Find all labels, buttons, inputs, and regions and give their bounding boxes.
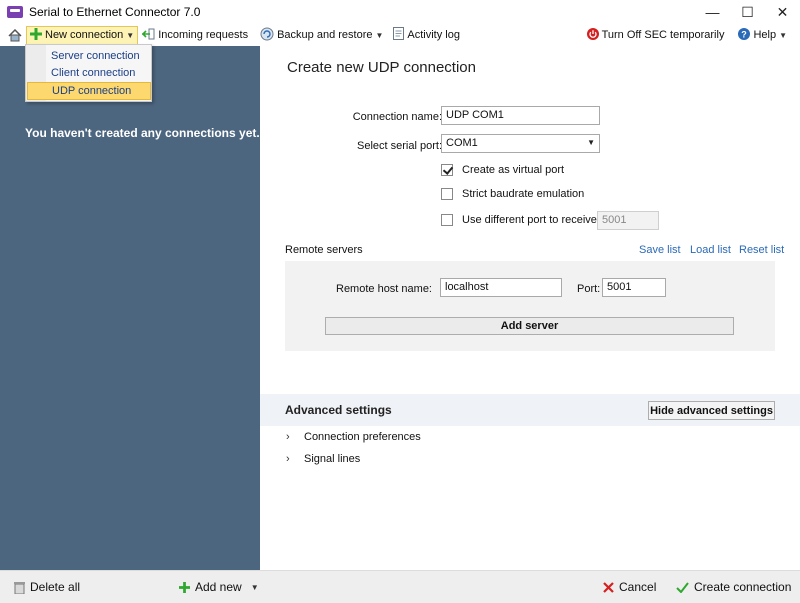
save-list-link[interactable]: Save list <box>639 244 681 256</box>
trash-icon <box>14 581 25 594</box>
connection-preferences-row[interactable]: › Connection preferences <box>260 427 800 447</box>
backup-restore-label: Backup and restore <box>277 29 373 41</box>
reset-list-link[interactable]: Reset list <box>739 244 784 256</box>
delete-all-button[interactable]: Delete all <box>14 580 80 594</box>
chevron-down-icon[interactable]: ▼ <box>375 31 383 40</box>
remote-host-label: Remote host name: <box>336 283 432 295</box>
toolbar: New connection ▼ Incoming requests Backu… <box>0 24 800 46</box>
strict-baudrate-checkbox[interactable] <box>441 188 453 200</box>
receive-port-input[interactable]: 5001 <box>597 211 659 230</box>
delete-all-label: Delete all <box>30 580 81 594</box>
virtual-port-option[interactable]: Create as virtual port <box>441 164 564 176</box>
advanced-settings-bar: Advanced settings Hide advanced settings <box>260 394 800 426</box>
add-server-button[interactable]: Add server <box>325 317 734 335</box>
strict-baudrate-label: Strict baudrate emulation <box>462 188 585 200</box>
connection-name-input[interactable]: UDP COM1 <box>441 106 600 125</box>
create-connection-button[interactable]: Create connection <box>676 580 791 594</box>
help-label: Help <box>753 29 777 41</box>
connection-form-panel: Create new UDP connection Connection nam… <box>260 46 800 570</box>
bottom-bar: Delete all Add new ▼ Cancel Create conne… <box>0 570 800 603</box>
port-label: Port: <box>577 283 601 295</box>
activity-log-button[interactable]: Activity log <box>390 25 463 45</box>
signal-lines-row[interactable]: › Signal lines <box>260 449 800 469</box>
plus-icon <box>179 581 190 593</box>
document-icon <box>393 27 405 43</box>
toolbar-right: Turn Off SEC temporarily ? Help ▼ <box>584 24 790 46</box>
incoming-requests-label: Incoming requests <box>158 29 249 41</box>
serial-port-label: Select serial port: <box>357 140 442 152</box>
signal-lines-label: Signal lines <box>304 453 361 465</box>
svg-text:?: ? <box>742 29 748 39</box>
empty-connections-message: You haven't created any connections yet. <box>25 126 260 140</box>
minimize-button[interactable]: — <box>695 0 730 24</box>
cancel-button[interactable]: Cancel <box>603 580 656 594</box>
chevron-down-icon[interactable]: ▼ <box>126 31 134 40</box>
page-title: Create new UDP connection <box>287 59 476 76</box>
title-bar: Serial to Ethernet Connector 7.0 — ☐ ✕ <box>0 0 800 24</box>
incoming-arrow-icon <box>141 28 155 43</box>
home-icon[interactable] <box>8 28 22 42</box>
connection-name-label: Connection name: <box>352 111 442 123</box>
cancel-label: Cancel <box>619 580 657 594</box>
power-icon <box>586 27 599 43</box>
remote-host-input[interactable]: localhost <box>440 278 562 297</box>
window-title: Serial to Ethernet Connector 7.0 <box>29 5 201 19</box>
new-connection-button[interactable]: New connection ▼ <box>26 25 139 45</box>
chevron-right-icon: › <box>286 453 290 465</box>
remote-servers-label: Remote servers <box>285 244 363 256</box>
chevron-down-icon[interactable]: ▼ <box>779 31 787 40</box>
new-connection-label: New connection <box>45 29 124 41</box>
virtual-port-label: Create as virtual port <box>462 164 565 176</box>
create-connection-label: Create connection <box>694 580 792 594</box>
serial-port-value: COM1 <box>446 137 478 149</box>
help-button[interactable]: ? Help ▼ <box>735 25 790 45</box>
load-list-link[interactable]: Load list <box>690 244 731 256</box>
menu-item-client-connection[interactable]: Client connection <box>27 64 151 82</box>
advanced-settings-title: Advanced settings <box>285 403 392 417</box>
incoming-requests-button[interactable]: Incoming requests <box>138 25 251 45</box>
close-button[interactable]: ✕ <box>765 0 800 24</box>
cross-icon <box>603 581 614 593</box>
backup-icon <box>260 27 274 44</box>
chevron-right-icon: › <box>286 431 290 443</box>
maximize-button[interactable]: ☐ <box>730 0 765 24</box>
port-input[interactable]: 5001 <box>602 278 666 297</box>
connections-panel: You haven't created any connections yet. <box>0 46 260 570</box>
hide-advanced-settings-button[interactable]: Hide advanced settings <box>648 401 775 420</box>
chevron-down-icon[interactable]: ▼ <box>251 583 259 592</box>
serial-port-select[interactable]: COM1 ▼ <box>441 134 600 153</box>
strict-baudrate-option[interactable]: Strict baudrate emulation <box>441 188 584 200</box>
connection-preferences-label: Connection preferences <box>304 431 421 443</box>
add-new-label: Add new <box>195 580 242 594</box>
add-new-button[interactable]: Add new ▼ <box>179 580 259 594</box>
window-controls: — ☐ ✕ <box>695 0 800 24</box>
chevron-down-icon: ▼ <box>587 138 595 147</box>
menu-item-udp-connection[interactable]: UDP connection <box>27 82 151 100</box>
help-icon: ? <box>738 27 751 43</box>
plus-icon <box>30 27 42 43</box>
virtual-port-checkbox[interactable] <box>441 164 453 176</box>
remote-servers-box: Remote host name: localhost Port: 5001 A… <box>285 261 775 351</box>
menu-item-server-connection[interactable]: Server connection <box>27 47 151 65</box>
turn-off-sec-label: Turn Off SEC temporarily <box>601 29 725 41</box>
different-port-checkbox[interactable] <box>441 214 453 226</box>
app-logo-icon <box>7 6 23 18</box>
checkmark-icon <box>676 581 689 593</box>
turn-off-sec-button[interactable]: Turn Off SEC temporarily <box>584 25 728 45</box>
activity-log-label: Activity log <box>407 29 460 41</box>
new-connection-menu: Server connection Client connection UDP … <box>25 44 152 102</box>
backup-restore-button[interactable]: Backup and restore ▼ <box>257 25 386 45</box>
